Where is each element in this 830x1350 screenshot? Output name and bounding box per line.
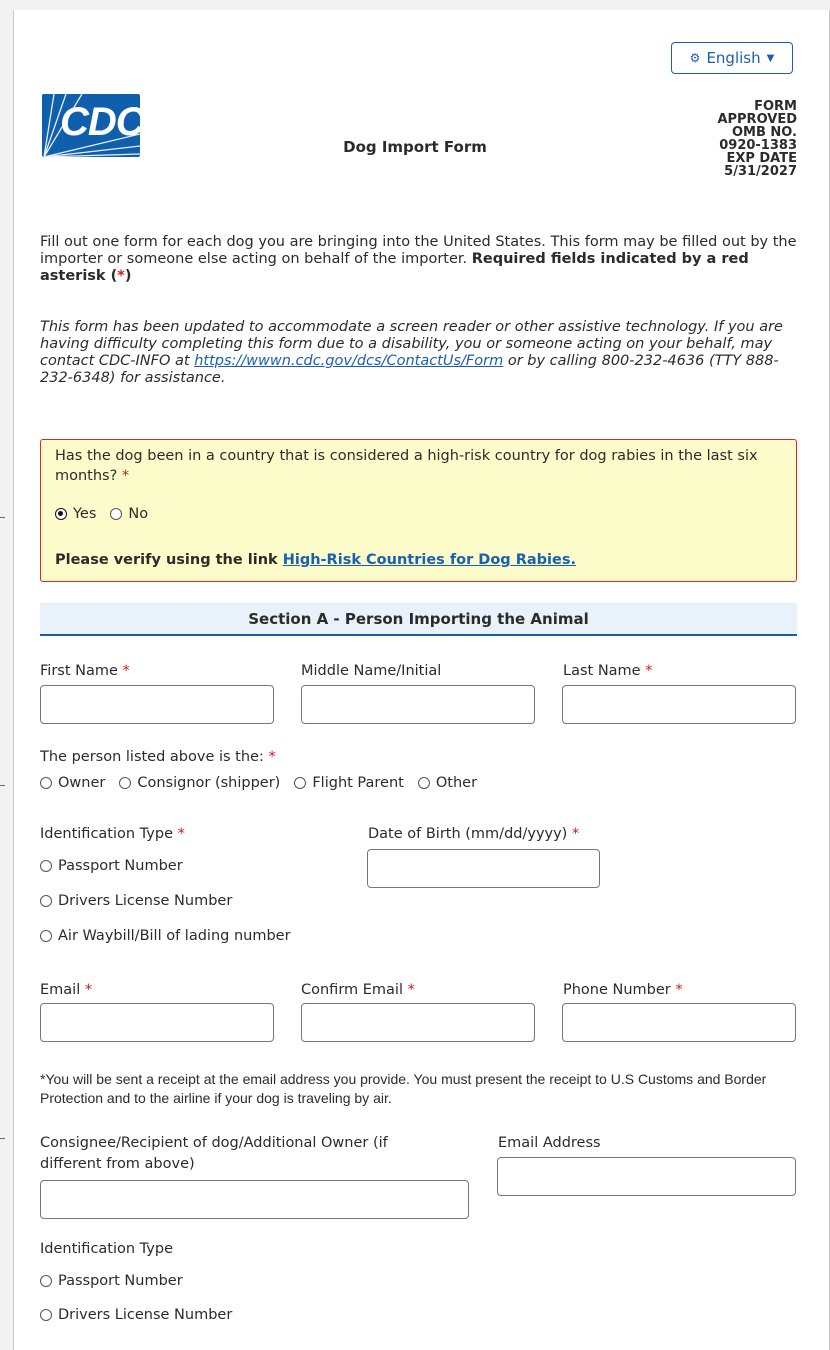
edge-marker (0, 1138, 5, 1139)
radio-passport[interactable]: Passport Number (40, 858, 183, 874)
translate-icon: ⚙ (689, 51, 701, 65)
required-note-end: ) (124, 268, 132, 284)
email-label: Email * (40, 982, 93, 998)
rabies-question: Has the dog been in a country that is co… (55, 446, 785, 486)
verify-note: Please verify using the link High-Risk C… (55, 552, 576, 568)
radio-button[interactable] (40, 777, 52, 789)
consignee-email-input[interactable] (497, 1157, 796, 1196)
radio-other[interactable]: Other (417, 775, 478, 791)
radio-button[interactable] (40, 930, 52, 942)
confirm-email-label: Confirm Email * (301, 982, 415, 998)
radio-button-selected[interactable] (55, 508, 67, 520)
high-risk-countries-link[interactable]: High-Risk Countries for Dog Rabies. (283, 552, 576, 568)
radio-button[interactable] (294, 777, 307, 789)
required-asterisk: * (121, 468, 130, 484)
radio-passport-2[interactable]: Passport Number (40, 1273, 183, 1289)
intro-text: Fill out one form for each dog you are b… (40, 234, 800, 285)
person-role-label: The person listed above is the: * (40, 749, 276, 765)
form-approval-meta: FORM APPROVED OMB NO. 0920-1383 EXP DATE… (657, 100, 797, 178)
dob-label: Date of Birth (mm/dd/yyyy) * (368, 826, 580, 842)
radio-label: Other (435, 775, 478, 791)
radio-label: Owner (58, 775, 106, 791)
edge-marker (0, 517, 5, 518)
id-type-2-label: Identification Type (40, 1241, 173, 1257)
radio-label: Drivers License Number (58, 893, 233, 909)
radio-label: Consignor (shipper) (137, 775, 281, 791)
confirm-email-input[interactable] (301, 1003, 535, 1042)
radio-drivers-license[interactable]: Drivers License Number (40, 893, 232, 909)
email-input[interactable] (40, 1003, 274, 1042)
radio-button[interactable] (417, 777, 430, 789)
rabies-question-text: Has the dog been in a country that is co… (55, 448, 758, 484)
verify-prefix: Please verify using the link (55, 552, 278, 568)
radio-flight-parent[interactable]: Flight Parent (294, 775, 404, 791)
dob-input[interactable] (367, 849, 600, 888)
radio-button[interactable] (40, 1275, 52, 1287)
language-label: English (706, 49, 761, 67)
receipt-note: *You will be sent a receipt at the email… (40, 1071, 767, 1106)
consignee-input[interactable] (40, 1180, 469, 1219)
radio-button[interactable] (119, 777, 132, 789)
rabies-radio-group: Yes No (55, 506, 148, 522)
consignee-label: Consignee/Recipient of dog/Additional Ow… (40, 1135, 388, 1172)
middle-name-label: Middle Name/Initial (301, 663, 442, 679)
rabies-question-box: Has the dog been in a country that is co… (40, 439, 797, 582)
accessibility-note: This form has been updated to accommodat… (40, 319, 800, 387)
language-select-button[interactable]: ⚙ English ▼ (671, 42, 793, 74)
radio-button[interactable] (40, 895, 52, 907)
radio-label: Drivers License Number (58, 1307, 233, 1323)
radio-label: No (128, 506, 149, 522)
last-name-label: Last Name * (563, 663, 653, 679)
phone-label: Phone Number * (563, 982, 683, 998)
first-name-input[interactable] (40, 685, 274, 724)
caret-down-icon: ▼ (766, 52, 775, 64)
middle-name-input[interactable] (301, 685, 535, 724)
radio-drivers-license-2[interactable]: Drivers License Number (40, 1307, 232, 1323)
first-name-label: First Name * (40, 663, 130, 679)
consignee-email-label: Email Address (498, 1135, 601, 1151)
meta-line: 5/31/2027 (724, 164, 797, 179)
radio-consignor[interactable]: Consignor (shipper) (119, 775, 280, 791)
radio-button[interactable] (110, 508, 123, 520)
phone-input[interactable] (562, 1003, 796, 1042)
radio-label: Passport Number (58, 1273, 183, 1289)
radio-label: Air Waybill/Bill of lading number (58, 928, 291, 944)
contact-us-link[interactable]: https://wwwn.cdc.gov/dcs/ContactUs/Form (194, 353, 503, 369)
radio-label: Yes (73, 506, 97, 522)
required-asterisk: * (117, 268, 125, 284)
radio-button[interactable] (40, 1309, 52, 1321)
radio-yes[interactable]: Yes (55, 506, 96, 522)
section-a-header: Section A - Person Importing the Animal (40, 603, 797, 636)
id-type-label: Identification Type * (40, 826, 185, 842)
radio-button[interactable] (40, 860, 52, 872)
last-name-input[interactable] (562, 685, 796, 724)
edge-marker (0, 785, 5, 786)
person-role-radio-group: Owner Consignor (shipper) Flight Parent … (40, 775, 477, 791)
radio-no[interactable]: No (110, 506, 148, 522)
radio-label: Passport Number (58, 858, 183, 874)
radio-owner[interactable]: Owner (40, 775, 105, 791)
radio-air-waybill[interactable]: Air Waybill/Bill of lading number (40, 928, 291, 944)
radio-label: Flight Parent (312, 775, 404, 791)
